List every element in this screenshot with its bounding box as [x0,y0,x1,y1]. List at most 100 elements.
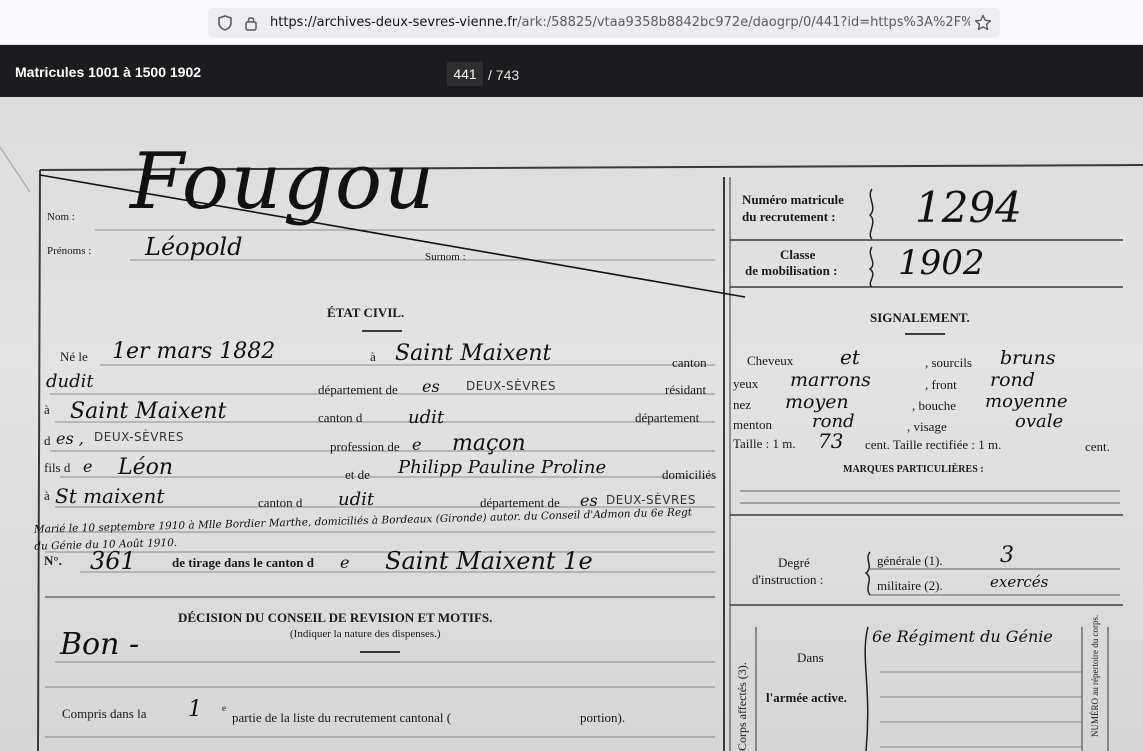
bookmark-star-icon[interactable] [974,14,992,32]
label-portion: portion). [580,710,626,725]
label-departement-de: département de [318,382,398,397]
label-corps-affectes: Corps affectés (3). [735,662,749,751]
label-nom: Nom : [47,211,75,223]
handwritten-visage: ovale [1015,411,1064,432]
url-text[interactable]: https://archives-deux-sevres-vienne.fr/a… [270,15,970,30]
label-generale: générale (1). [877,553,943,568]
label-a: à [370,349,376,364]
label-compris-dans: Compris dans la [62,706,147,721]
label-et-de: et de [345,467,370,482]
handwritten-father: Léon [118,455,174,480]
handwritten-corps: 6e Régiment du Génie [872,627,1053,646]
label-tirage: de tirage dans le canton d [172,555,314,570]
handwritten-d-es: es , [56,429,84,448]
label-dans: Dans [797,650,824,665]
label-numero: N°. [44,553,62,568]
stamp-departement-2: DEUX-SÈVRES [94,430,185,444]
handwritten-taille: 73 [818,429,844,453]
handwritten-nez: moyen [785,391,849,413]
label-marques: MARQUES PARTICULIÈRES : [843,464,984,475]
label-numero-repertoire: NUMÉRO au répertoire du corps. [1090,614,1100,737]
lock-icon[interactable] [244,15,258,31]
handwritten-decision: Bon - [60,627,140,662]
handwritten-tirage-number: 361 [90,547,136,575]
handwritten-tirage-e: e [340,553,350,572]
label-domicilies: domiciliés [662,467,717,482]
label-instruction: d'instruction : [752,572,824,587]
handwritten-des-1: es [422,377,440,396]
decision-subtitle: (Indiquer la nature des dispenses.) [290,628,441,640]
label-departement: département [635,410,700,425]
handwritten-birth-date: 1er mars 1882 [112,339,276,364]
handwritten-birth-place: Saint Maixent [395,341,552,366]
stamp-departement-1: DEUX-SÈVRES [466,379,557,393]
page-number-input[interactable]: 441 [447,62,483,86]
page-total: / 743 [488,67,520,83]
scanned-document[interactable]: Nom : Prénoms : Surnom : ÉTAT CIVIL. Né … [0,97,1143,751]
label-canton: canton [672,355,707,370]
label-taille-rectifiee: cent. Taille rectifiée : 1 m. [865,437,1002,452]
handwritten-bouche: moyenne [985,391,1068,412]
label-cheveux: Cheveux [747,353,794,368]
label-armee-active: l'armée active. [766,690,847,705]
label-menton: menton [733,417,772,432]
label-classe: Classe [780,247,816,262]
viewer-header: Matricules 1001 à 1500 1902 [0,45,1143,97]
handwritten-surname: Fougou [130,137,437,227]
handwritten-cheveux: et [840,345,860,369]
label-a-residence: à [44,402,50,417]
handwritten-yeux: marrons [790,369,871,391]
handwritten-dudit: dudit [46,371,94,392]
handwritten-fils-e: e [83,457,93,476]
url-path: /ark:/58825/vtaa9358b8842bc972e/daogrp/0… [517,15,970,30]
handwritten-canton-dudit-2: udit [338,489,375,510]
section-signalement: SIGNALEMENT. [870,310,970,325]
handwritten-matricule: 1294 [915,183,1022,232]
label-cent: cent. [1085,439,1110,454]
url-bar[interactable]: https://archives-deux-sevres-vienne.fr/a… [208,8,1000,38]
label-sourcils: , sourcils [925,355,972,370]
handwritten-classe: 1902 [898,243,985,283]
handwritten-canton-dudit: udit [408,407,445,428]
label-militaire: militaire (2). [877,578,943,593]
label-residant: résidant [665,382,707,397]
handwritten-front: rond [990,369,1035,391]
handwritten-sourcils: bruns [1000,347,1056,369]
label-fils-de: fils d [44,460,71,475]
label-bouche: , bouche [912,398,957,413]
handwritten-generale: 3 [1000,543,1014,568]
handwritten-tirage-canton: Saint Maixent 1e [385,547,593,575]
label-profession: profession de [330,439,400,454]
label-taille: Taille : 1 m. [733,436,796,451]
label-visage: , visage [907,419,947,434]
handwritten-militaire: exercés [990,573,1049,591]
handwritten-partie: 1 [188,697,202,722]
handwritten-prenoms: Léopold [145,233,243,261]
shield-icon[interactable] [218,15,232,31]
label-front: , front [925,377,957,392]
label-d: d [44,433,51,448]
handwritten-profession-e: e [412,435,422,454]
label-ne-le: Né le [60,349,88,364]
label-prenoms: Prénoms : [47,245,92,257]
browser-toolbar: https://archives-deux-sevres-vienne.fr/a… [0,0,1143,45]
document-title: Matricules 1001 à 1500 1902 [15,64,202,80]
handwritten-residence: Saint Maixent [70,399,227,424]
section-etat-civil: ÉTAT CIVIL. [327,305,405,320]
label-a-domicile: à [44,488,50,503]
label-du-recrutement: du recrutement : [742,209,836,224]
label-canton-d2: canton d [258,495,303,510]
label-nez: nez [733,397,752,412]
handwritten-profession: maçon [452,431,526,456]
label-canton-de: canton d [318,410,363,425]
handwritten-domicile: St maixent [55,484,165,508]
label-yeux: yeux [733,376,759,391]
label-de-mobilisation: de mobilisation : [745,263,838,278]
url-host: https://archives-deux-sevres-vienne.fr [270,15,518,30]
label-degre: Degré [778,555,810,570]
partie-superscript: e [222,703,226,713]
label-numero-matricule: Numéro matricule [742,192,844,207]
label-surnom: Surnom : [425,251,466,263]
section-decision: DÉCISION DU CONSEIL DE REVISION ET MOTIF… [178,610,493,625]
handwritten-mother: Philipp Pauline Proline [398,457,607,478]
